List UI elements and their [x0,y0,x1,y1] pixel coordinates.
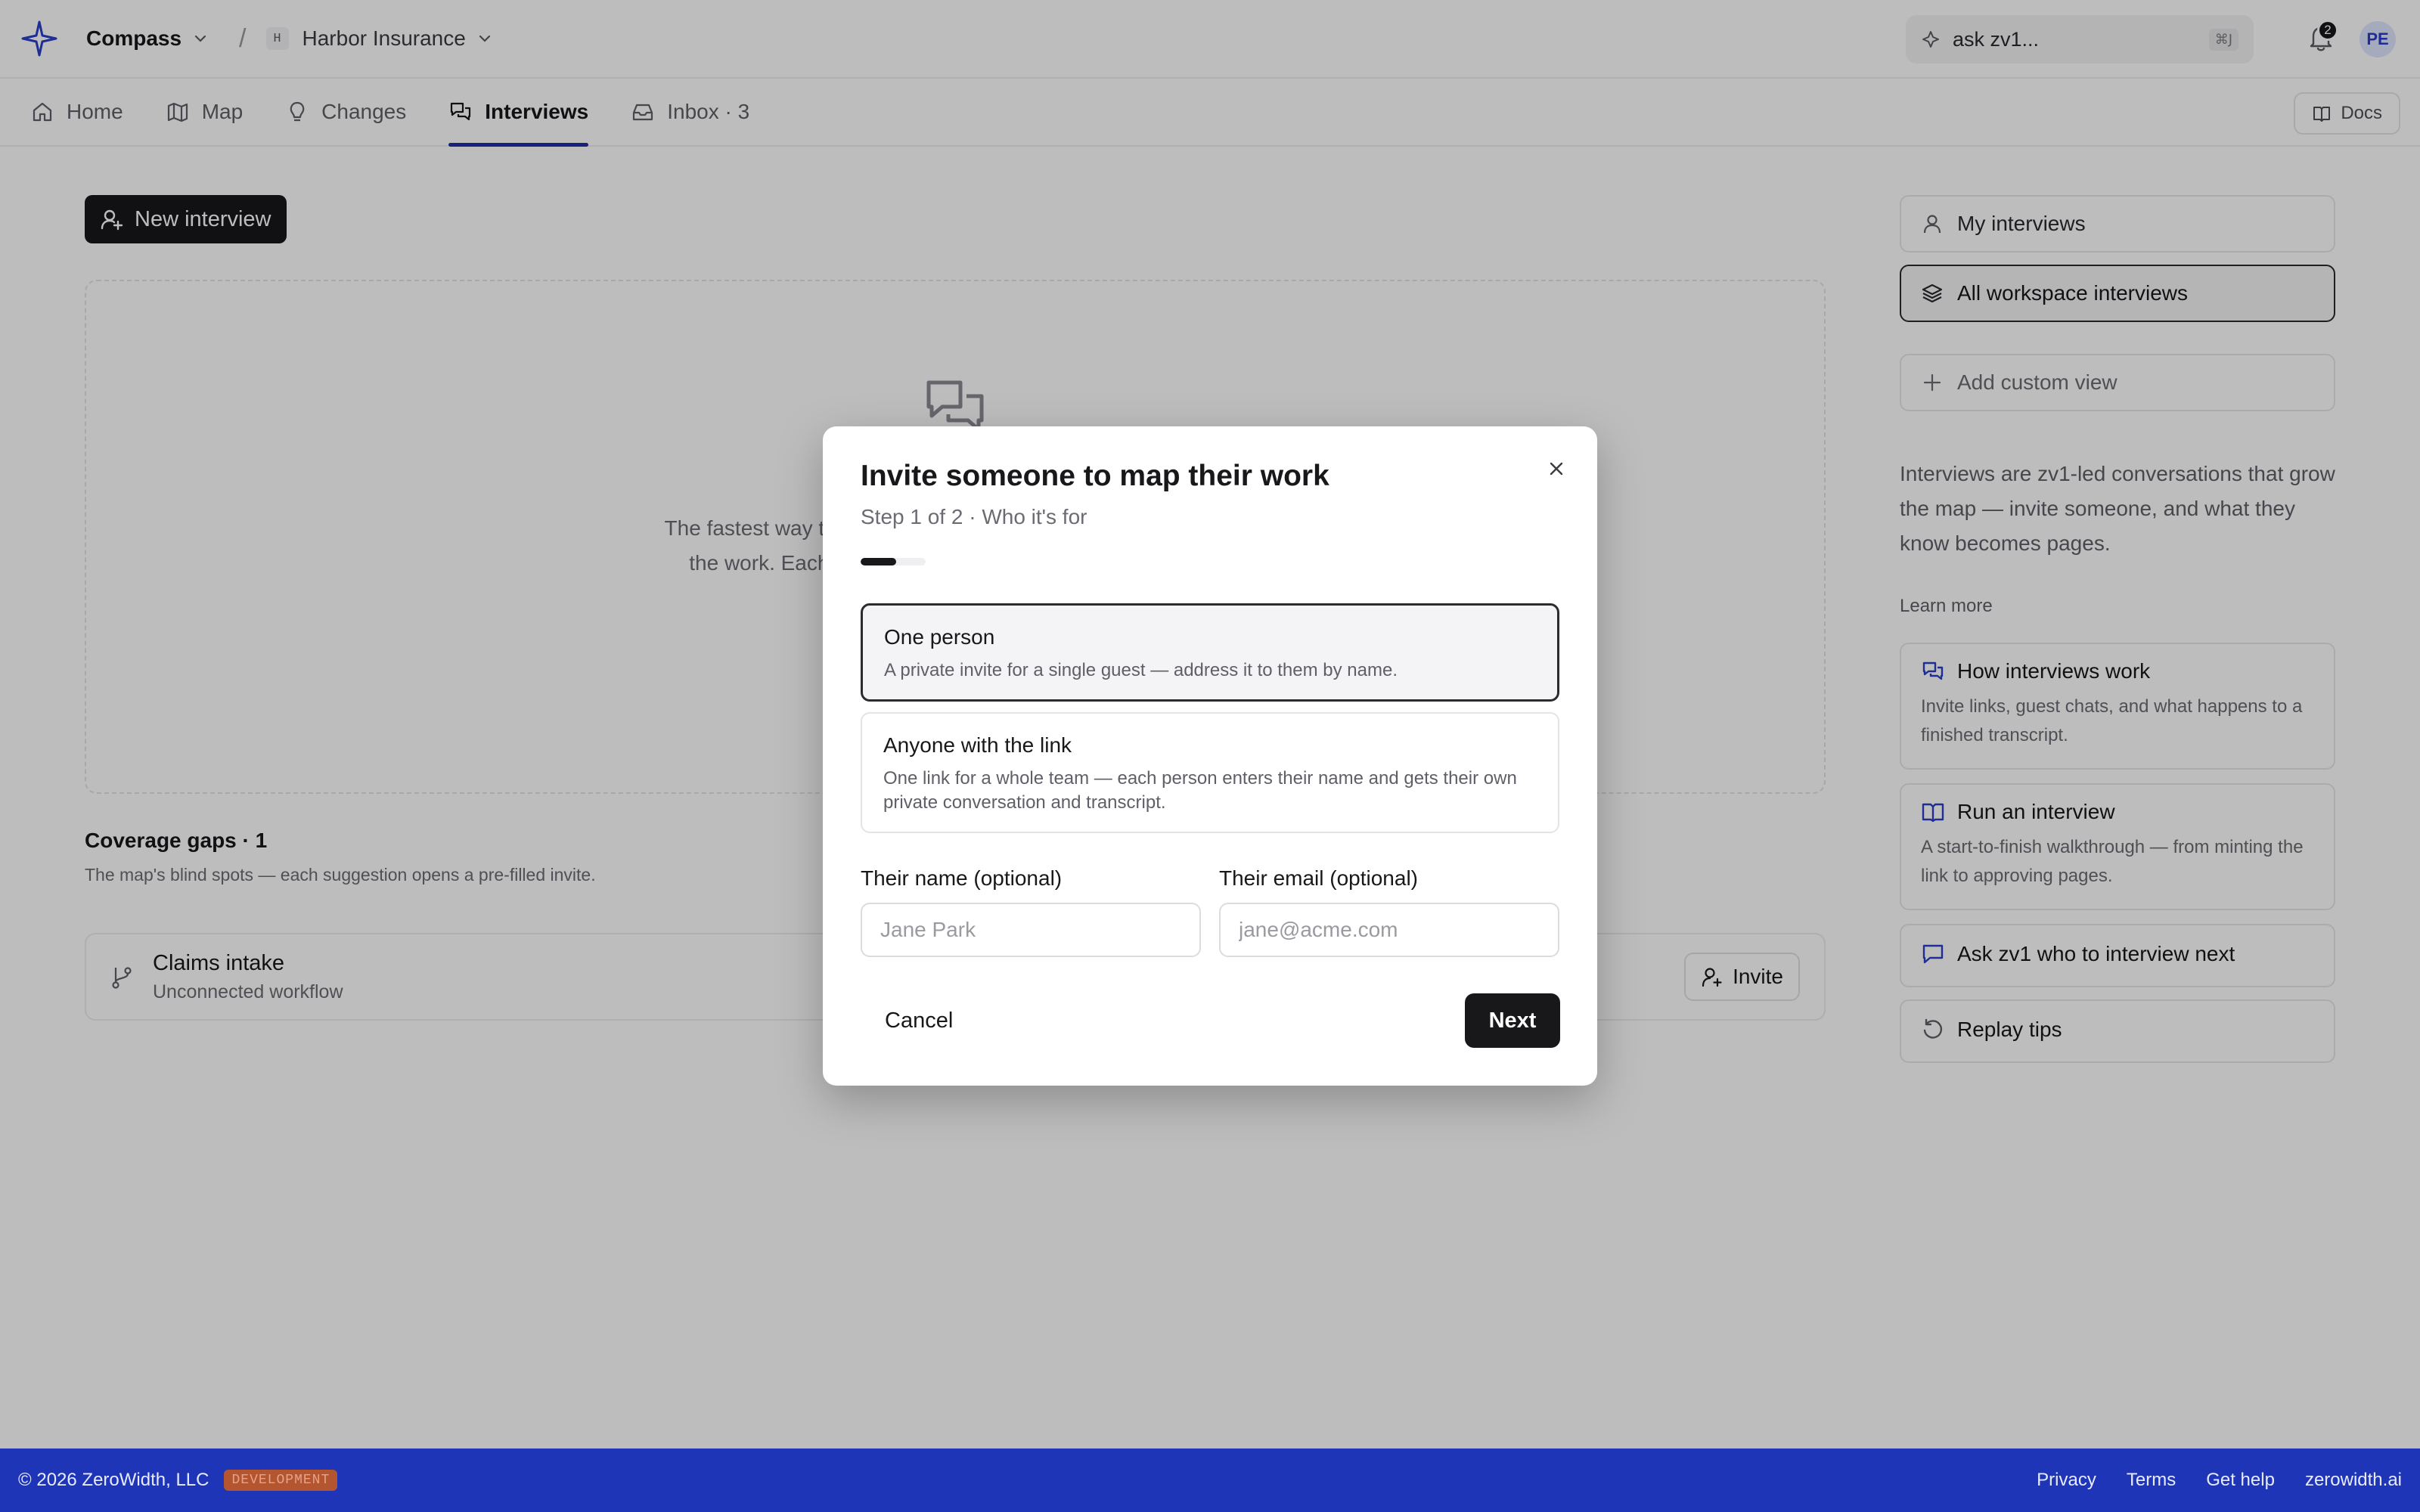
step-progress-bar [861,558,926,565]
dialog-title: Invite someone to map their work [861,460,1329,492]
email-field-label: Their email (optional) [1219,866,1418,890]
environment-badge: DEVELOPMENT [224,1470,338,1491]
option-title: Anyone with the link [883,733,1072,757]
invite-dialog: Invite someone to map their work Step 1 … [823,426,1597,1086]
option-title: One person [884,625,995,649]
footer-link-terms[interactable]: Terms [2127,1470,2176,1491]
option-one-person[interactable]: One person A private invite for a single… [861,603,1559,702]
option-anyone-with-link[interactable]: Anyone with the link One link for a whol… [861,712,1559,833]
copyright: © 2026 ZeroWidth, LLC [18,1470,209,1490]
email-field[interactable] [1219,903,1559,957]
step-indicator: Step 1 of 2 · Who it's for [861,505,1087,528]
name-field-label: Their name (optional) [861,866,1063,890]
footer: © 2026 ZeroWidth, LLC DEVELOPMENT Privac… [0,1448,2420,1512]
close-button[interactable] [1541,454,1571,484]
close-icon [1550,462,1563,476]
footer-links: Privacy Terms Get help zerowidth.ai [2006,1470,2402,1491]
next-button[interactable]: Next [1465,993,1560,1048]
name-field[interactable] [861,903,1201,957]
option-description: A private invite for a single guest — ad… [884,660,1398,680]
footer-link-privacy[interactable]: Privacy [2037,1470,2096,1491]
option-description: One link for a whole team — each person … [883,768,1517,813]
footer-link-site[interactable]: zerowidth.ai [2305,1470,2402,1491]
step-progress-fill [861,558,897,565]
footer-link-help[interactable]: Get help [2206,1470,2275,1491]
cancel-button[interactable]: Cancel [861,993,977,1048]
